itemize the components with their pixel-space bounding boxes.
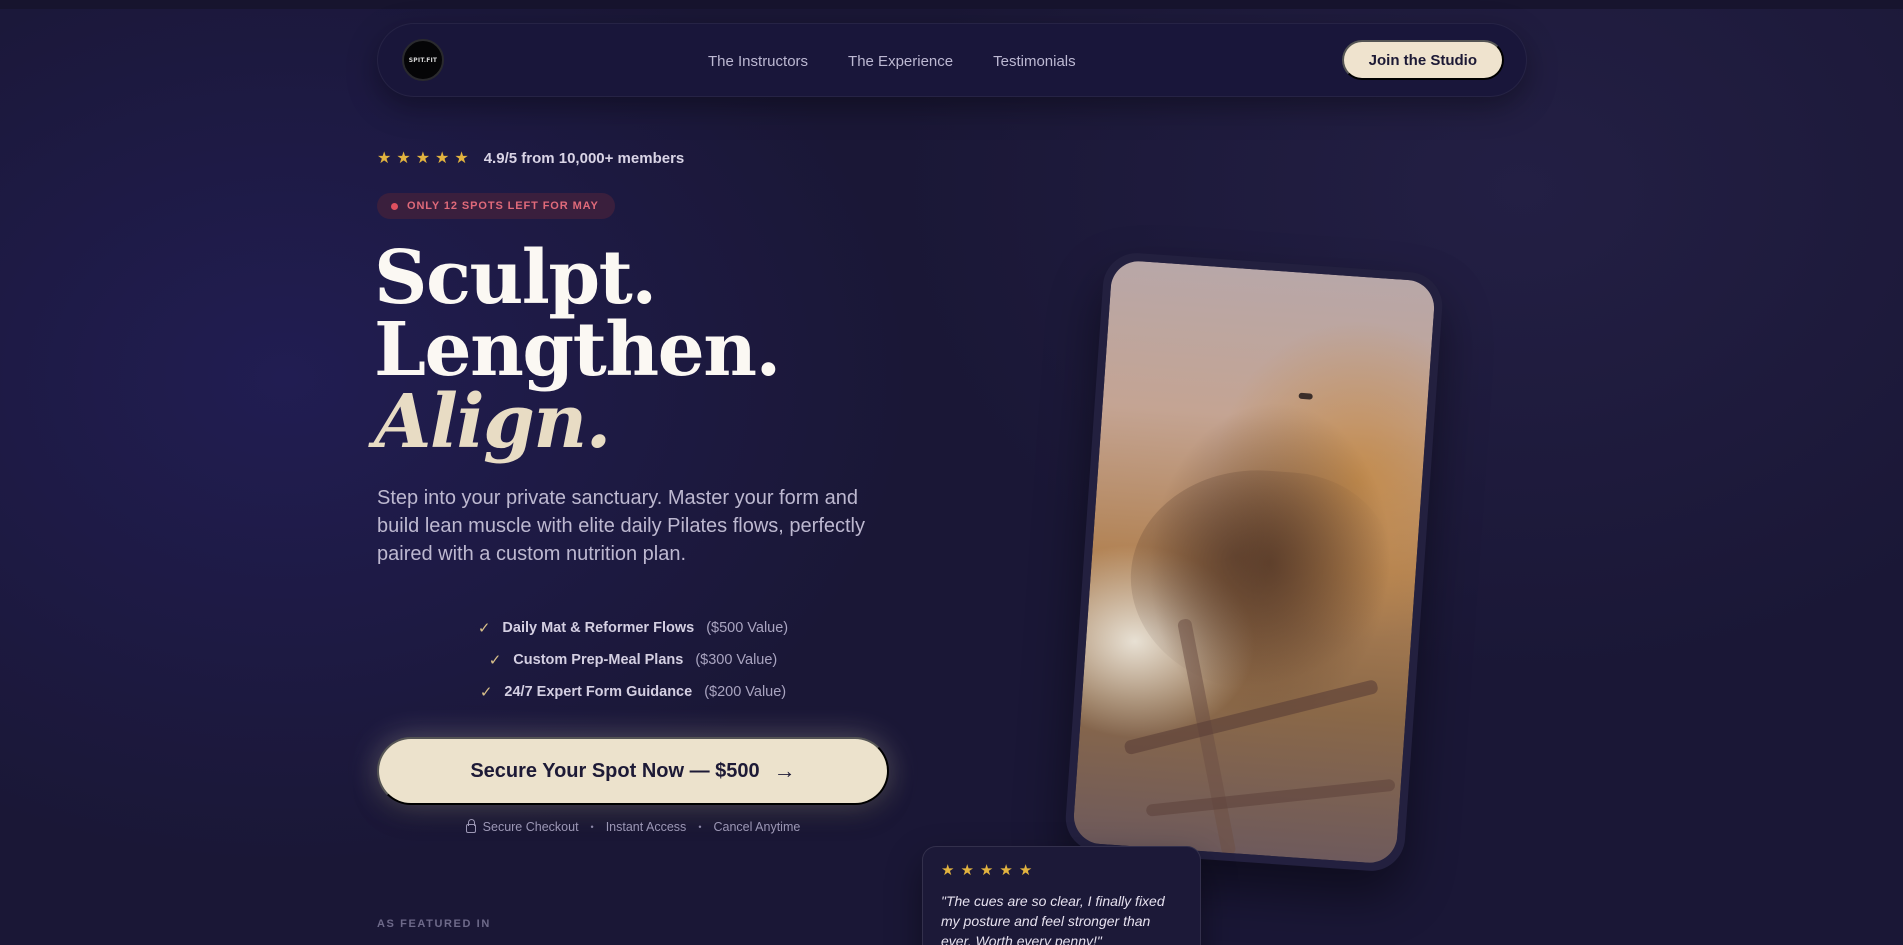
rating-text: 4.9/5 from 10,000+ members: [483, 150, 685, 167]
scarcity-badge: ONLY 12 SPOTS LEFT FOR MAY: [377, 193, 615, 219]
feature-item: ✓ 24/7 Expert Form Guidance ($200 Value): [377, 676, 889, 708]
trust-item-cancel: Cancel Anytime: [713, 820, 801, 834]
phone-mockup: [1063, 250, 1445, 874]
check-icon: ✓: [479, 684, 493, 701]
reformer-rail: [1145, 778, 1396, 817]
star-icon: ★: [435, 149, 450, 167]
scarcity-badge-text: ONLY 12 SPOTS LEFT FOR MAY: [407, 200, 599, 212]
arrow-right-icon: →: [773, 758, 796, 783]
feature-list: ✓ Daily Mat & Reformer Flows ($500 Value…: [377, 612, 889, 708]
hero-subheadline: Step into your private sanctuary. Master…: [377, 487, 865, 565]
headline-line-2: Lengthen.: [374, 307, 781, 393]
feature-item: ✓ Custom Prep-Meal Plans ($300 Value): [377, 644, 889, 676]
feature-value: ($500 Value): [706, 620, 789, 636]
nav-link-experience[interactable]: The Experience: [848, 53, 953, 70]
star-icon: ★: [979, 862, 994, 879]
star-icon: ★: [941, 862, 955, 879]
alert-dot-icon: [391, 202, 398, 210]
trust-item-access: Instant Access: [605, 820, 687, 834]
featured-in-label: AS FEATURED IN: [377, 918, 491, 930]
check-icon: ✓: [477, 620, 491, 637]
join-studio-button[interactable]: Join the Studio: [1341, 40, 1504, 80]
hero-headline: Sculpt. Lengthen. Align.: [374, 235, 781, 465]
headline-line-1: Sculpt.: [374, 235, 657, 321]
lock-icon: [465, 819, 476, 833]
trust-row: Secure Checkout • Instant Access • Cance…: [377, 819, 889, 834]
star-icon: ★: [454, 149, 469, 167]
testimonial-quote: "The cues are so clear, I finally fixed …: [941, 893, 1165, 945]
star-icon: ★: [377, 149, 392, 167]
star-icon: ★: [1018, 862, 1033, 879]
nav-links: The Instructors The Experience Testimoni…: [708, 24, 1076, 98]
check-icon: ✓: [488, 652, 502, 669]
feature-name: Daily Mat & Reformer Flows: [502, 620, 695, 636]
pilates-video-image[interactable]: [1072, 259, 1436, 865]
top-navigation: SPIT.FIT The Instructors The Experience …: [377, 23, 1527, 97]
star-icon: ★: [960, 862, 974, 879]
separator-dot: •: [590, 822, 594, 832]
ceiling-lamp: [1298, 392, 1313, 400]
star-icon: ★: [415, 149, 431, 167]
star-icon: ★: [999, 862, 1013, 879]
secure-spot-button[interactable]: Secure Your Spot Now — $500 →: [377, 737, 889, 805]
nav-link-instructors[interactable]: The Instructors: [708, 53, 808, 70]
feature-item: ✓ Daily Mat & Reformer Flows ($500 Value…: [377, 612, 889, 644]
testimonial-stars: ★ ★ ★ ★ ★: [941, 863, 1182, 879]
figure-silhouette: [1123, 461, 1399, 700]
feature-name: 24/7 Expert Form Guidance: [504, 684, 693, 700]
feature-name: Custom Prep-Meal Plans: [513, 652, 684, 668]
star-icon: ★: [396, 149, 411, 167]
rating-stars: ★ ★ ★ ★ ★: [377, 149, 469, 167]
top-edge-bar: [0, 0, 1903, 9]
studio-logo[interactable]: SPIT.FIT: [402, 39, 444, 81]
nav-link-testimonials[interactable]: Testimonials: [993, 53, 1076, 70]
rating-row: ★ ★ ★ ★ ★ 4.9/5 from 10,000+ members: [377, 150, 684, 167]
testimonial-card: ★ ★ ★ ★ ★ "The cues are so clear, I fina…: [922, 846, 1201, 945]
feature-value: ($200 Value): [704, 684, 787, 700]
separator-dot: •: [698, 822, 702, 832]
secure-spot-label: Secure Your Spot Now — $500: [470, 759, 760, 782]
reformer-rail: [1123, 678, 1380, 756]
headline-line-3: Align.: [374, 379, 611, 465]
feature-value: ($300 Value): [695, 652, 778, 668]
trust-item-checkout: Secure Checkout: [482, 820, 579, 834]
